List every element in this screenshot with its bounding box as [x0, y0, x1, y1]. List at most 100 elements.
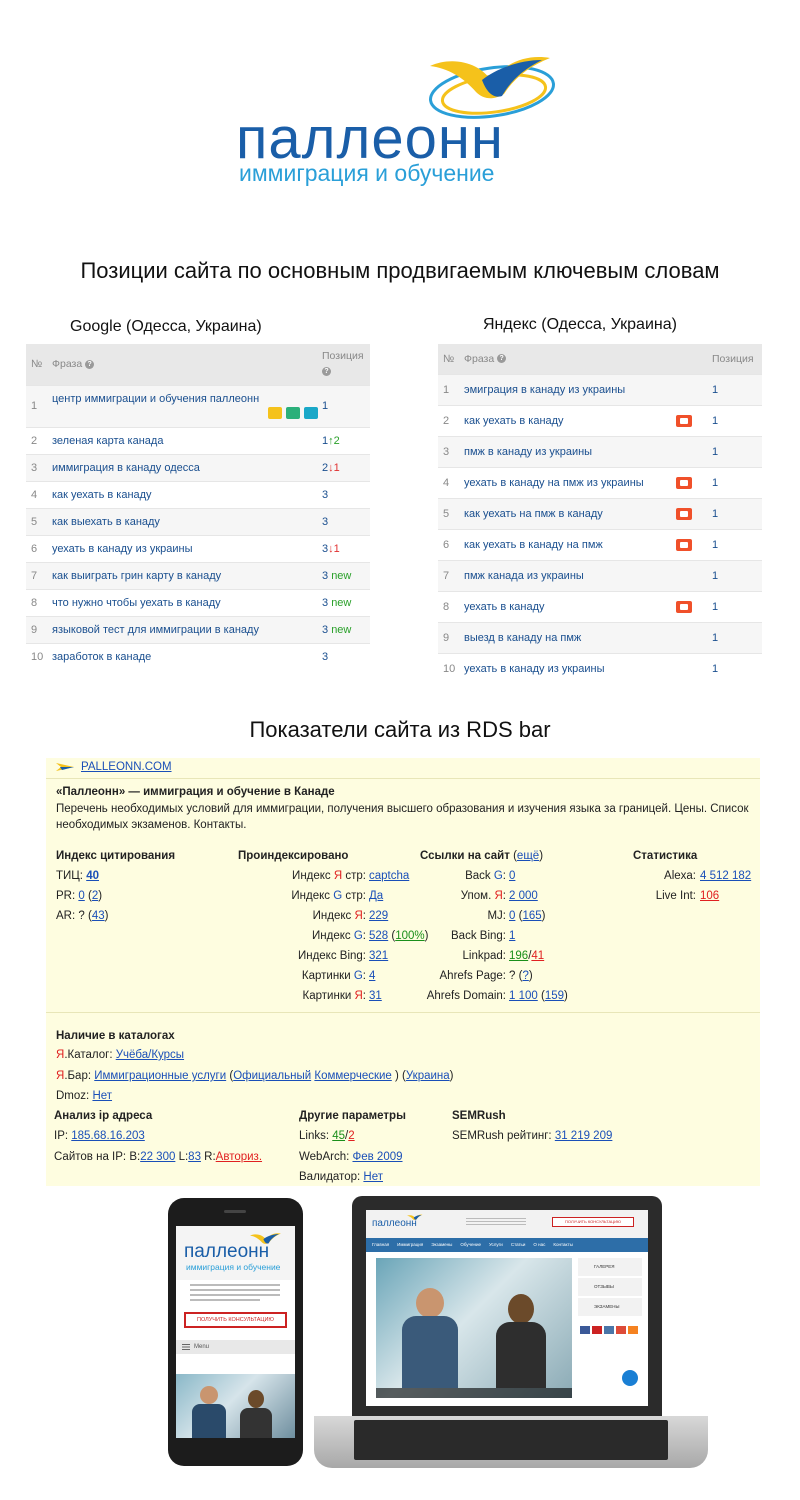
pr-sub-value[interactable]: 2	[92, 890, 98, 902]
ya-catalog-value[interactable]: Учёба/Курсы	[116, 1049, 184, 1061]
sites-l-value[interactable]: 83	[188, 1151, 201, 1163]
alexa-value[interactable]: 4 512 182	[700, 870, 751, 882]
help-icon[interactable]: ?	[497, 354, 507, 364]
row-phrase[interactable]: как уехать в канаду	[464, 404, 676, 436]
ip-value[interactable]: 185.68.16.203	[71, 1130, 145, 1142]
pr-value[interactable]: 0	[78, 890, 84, 902]
row-phrase[interactable]: что нужно чтобы уехать в канаду	[52, 588, 322, 616]
row-phrase[interactable]: языковой тест для иммиграции в канаду	[52, 615, 322, 643]
mj-sub-value[interactable]: 165	[522, 910, 541, 922]
links-more-link[interactable]: ещё	[517, 850, 539, 862]
images-ya-value[interactable]: 31	[369, 990, 382, 1002]
side-menu-item[interactable]: ОТЗЫВЫ	[578, 1278, 642, 1296]
nav-item[interactable]: Услуги	[489, 1238, 503, 1252]
video-camera-icon[interactable]	[676, 538, 692, 551]
nav-item[interactable]: Обучение	[460, 1238, 481, 1252]
nav-item[interactable]: Главная	[372, 1238, 389, 1252]
help-icon[interactable]: ?	[85, 359, 95, 369]
row-phrase[interactable]: заработок в канаде	[52, 642, 322, 670]
ya-bar-official[interactable]: Официальный	[233, 1070, 311, 1082]
row-phrase[interactable]: как уехать в канаду на пмж	[464, 528, 676, 560]
nav-item[interactable]: Экзамены	[431, 1238, 452, 1252]
video-camera-icon[interactable]	[676, 414, 692, 427]
row-phrase[interactable]: как уехать на пмж в канаду	[464, 497, 676, 529]
row-phrase[interactable]: как выиграть грин карту в канаду	[52, 561, 322, 589]
row-position: 1	[712, 404, 762, 436]
back-bing-value[interactable]: 1	[509, 930, 515, 942]
index-g-label: Индекс G:	[312, 930, 366, 942]
row-phrase[interactable]: центр иммиграции и обучения паллеонн	[52, 393, 322, 405]
dmoz-row: Dmoz: Нет	[56, 1090, 113, 1102]
video-camera-icon[interactable]	[676, 476, 692, 489]
semrush-value[interactable]: 31 219 209	[555, 1130, 613, 1142]
row-phrase[interactable]: уехать в канаду из украины	[52, 534, 322, 562]
links-count-value[interactable]: 45	[332, 1130, 345, 1142]
tic-value[interactable]: 40	[86, 870, 99, 882]
row-phrase[interactable]: уехать в канаду на пмж из украины	[464, 466, 676, 498]
linkpad-value-row: 196/41	[509, 950, 545, 962]
site-domain-link[interactable]: PALLEONN.COM	[81, 761, 172, 773]
images-g-value[interactable]: 4	[369, 970, 375, 982]
video-camera-icon[interactable]	[676, 507, 692, 520]
ya-bar-category[interactable]: Иммиграционные услуги	[94, 1070, 226, 1082]
index-g-pages-value[interactable]: Да	[369, 890, 383, 902]
googleplus-icon[interactable]	[616, 1326, 626, 1334]
phone-video-thumbnail[interactable]	[176, 1374, 295, 1438]
row-phrase[interactable]: иммиграция в канаду одесса	[52, 453, 322, 481]
call-button-icon[interactable]	[622, 1370, 638, 1386]
row-number: 3	[26, 453, 52, 481]
phone-menu-bar[interactable]: Menu	[176, 1340, 295, 1354]
row-phrase[interactable]: как уехать в канаду	[52, 480, 322, 508]
nav-item[interactable]: Иммиграция	[397, 1238, 423, 1252]
phone-consult-button[interactable]: ПОЛУЧИТЬ КОНСУЛЬТАЦИЮ	[184, 1312, 287, 1328]
ya-bar-commercial[interactable]: Коммерческие	[314, 1070, 391, 1082]
ya-bar-region[interactable]: Украина	[406, 1070, 450, 1082]
webarch-value[interactable]: Фев 2009	[352, 1151, 402, 1163]
laptop-keyboard-base	[314, 1416, 708, 1468]
other-params-title: Другие параметры	[299, 1110, 406, 1122]
mj-value[interactable]: 0	[509, 910, 515, 922]
back-g-value[interactable]: 0	[509, 870, 515, 882]
new-badge: new	[331, 596, 352, 609]
row-phrase[interactable]: уехать в канаду	[464, 590, 676, 622]
laptop-video-player[interactable]	[376, 1258, 572, 1398]
side-menu-item[interactable]: ЭКЗАМЕНЫ	[578, 1298, 642, 1316]
ahrefs-page-sub-value[interactable]: ?	[522, 970, 528, 982]
row-phrase[interactable]: зеленая карта канада	[52, 426, 322, 454]
row-phrase[interactable]: выезд в канаду на пмж	[464, 621, 676, 653]
help-icon[interactable]: ?	[322, 366, 331, 376]
dmoz-value[interactable]: Нет	[92, 1090, 112, 1102]
laptop-consult-button[interactable]: ПОЛУЧИТЬ КОНСУЛЬТАЦИЮ	[552, 1217, 634, 1227]
ip-row: IP: 185.68.16.203	[54, 1130, 145, 1142]
ahrefs-domain-sub-value[interactable]: 159	[545, 990, 564, 1002]
video-camera-icon[interactable]	[676, 600, 692, 613]
video-controls-bar[interactable]	[376, 1388, 572, 1398]
vk-icon[interactable]	[604, 1326, 614, 1334]
positions-heading: Позиции сайта по основным продвигаемым к…	[80, 258, 720, 283]
row-phrase[interactable]: пмж канада из украины	[464, 559, 676, 591]
mentions-ya-value[interactable]: 2 000	[509, 890, 538, 902]
sites-b-value[interactable]: 22 300	[140, 1151, 175, 1163]
nav-item[interactable]: Статьи	[511, 1238, 526, 1252]
nav-item[interactable]: Контакты	[553, 1238, 572, 1252]
linkpad-value[interactable]: 196	[509, 950, 528, 962]
side-menu-item[interactable]: ГАЛЕРЕЯ	[578, 1258, 642, 1276]
nav-item[interactable]: О нас	[533, 1238, 545, 1252]
row-phrase[interactable]: как выехать в канаду	[52, 507, 322, 535]
row-phrase[interactable]: уехать в канаду из украины	[464, 652, 676, 684]
links-count-sub-value[interactable]: 2	[348, 1130, 354, 1142]
validator-value[interactable]: Нет	[363, 1171, 383, 1183]
row-phrase[interactable]: эмиграция в канаду из украины	[464, 373, 676, 405]
ahrefs-domain-value[interactable]: 1 100	[509, 990, 538, 1002]
ar-sub-value[interactable]: 43	[92, 910, 105, 922]
facebook-icon[interactable]	[580, 1326, 590, 1334]
col-video	[676, 344, 712, 374]
sites-r-value[interactable]: Авториз.	[216, 1151, 262, 1163]
liveint-value[interactable]: 106	[700, 890, 719, 902]
row-number: 1	[26, 384, 52, 427]
linkpad-sub-value[interactable]: 41	[531, 950, 544, 962]
row-phrase[interactable]: пмж в канаду из украины	[464, 435, 676, 467]
ok-icon[interactable]	[628, 1326, 638, 1334]
phone-logo-wordmark: паллеонн	[184, 1241, 270, 1262]
youtube-icon[interactable]	[592, 1326, 602, 1334]
